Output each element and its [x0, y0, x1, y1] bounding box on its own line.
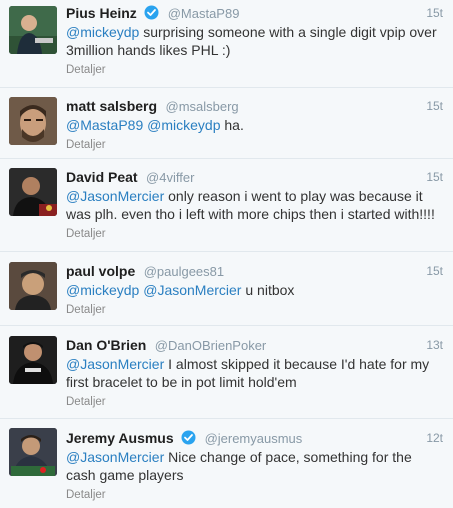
author-handle[interactable]: @DanOBrienPoker	[155, 338, 266, 353]
tweet-text: @MastaP89 @mickeydp ha.	[66, 116, 443, 134]
tweet-text: @JasonMercier Nice change of pace, somet…	[66, 448, 443, 484]
tweet-text: @mickeydp @JasonMercier u nitbox	[66, 281, 443, 299]
details-link[interactable]: Detaljer	[66, 487, 443, 503]
details-link[interactable]: Detaljer	[66, 62, 443, 78]
avatar[interactable]	[9, 336, 57, 384]
avatar[interactable]	[9, 6, 57, 54]
tweet-timestamp[interactable]: 13t	[426, 335, 443, 355]
tweet[interactable]: matt salsberg @msalsberg 15t @MastaP89 @…	[0, 88, 453, 159]
details-link[interactable]: Detaljer	[66, 137, 443, 153]
author-handle[interactable]: @paulgees81	[144, 264, 224, 279]
author-name[interactable]: matt salsberg	[66, 98, 157, 114]
tweet[interactable]: Dan O'Brien @DanOBrienPoker 13t @JasonMe…	[0, 326, 453, 419]
tweet[interactable]: paul volpe @paulgees81 15t @mickeydp @Ja…	[0, 252, 453, 326]
avatar[interactable]	[9, 97, 57, 145]
author-name[interactable]: David Peat	[66, 169, 138, 185]
verified-badge-icon	[144, 5, 159, 20]
tweet-text: @JasonMercier I almost skipped it becaus…	[66, 355, 443, 391]
mention-link[interactable]: @mickeydp	[66, 282, 139, 298]
mention-link[interactable]: @JasonMercier	[66, 356, 164, 372]
avatar[interactable]	[9, 168, 57, 216]
tweet-timestamp[interactable]: 15t	[426, 96, 443, 116]
tweet-body: ha.	[220, 117, 244, 133]
mention-link[interactable]: @JasonMercier	[66, 188, 164, 204]
details-link[interactable]: Detaljer	[66, 302, 443, 318]
mention-link[interactable]: @JasonMercier	[66, 449, 164, 465]
verified-badge-icon	[181, 430, 196, 445]
mention-link[interactable]: @mickeydp	[143, 117, 220, 133]
author-handle[interactable]: @MastaP89	[168, 6, 240, 21]
author-name[interactable]: paul volpe	[66, 263, 135, 279]
tweet-timestamp[interactable]: 12t	[426, 428, 443, 448]
details-link[interactable]: Detaljer	[66, 394, 443, 410]
avatar[interactable]	[9, 262, 57, 310]
avatar[interactable]	[9, 428, 57, 476]
tweet-timestamp[interactable]: 15t	[426, 3, 443, 23]
tweet-body: u nitbox	[241, 282, 295, 298]
mention-link[interactable]: @JasonMercier	[139, 282, 241, 298]
tweet[interactable]: David Peat @4viffer 15t @JasonMercier on…	[0, 159, 453, 252]
tweet-timestamp[interactable]: 15t	[426, 167, 443, 187]
tweet[interactable]: Pius Heinz @MastaP89 15t @mickeydp surpr…	[0, 0, 453, 88]
tweet[interactable]: Jeremy Ausmus @jeremyausmus 12t @JasonMe…	[0, 419, 453, 508]
author-handle[interactable]: @4viffer	[146, 170, 194, 185]
details-link[interactable]: Detaljer	[66, 226, 443, 242]
author-handle[interactable]: @msalsberg	[166, 99, 239, 114]
author-handle[interactable]: @jeremyausmus	[205, 431, 303, 446]
author-name[interactable]: Jeremy Ausmus	[66, 430, 174, 446]
mention-link[interactable]: @MastaP89	[66, 117, 143, 133]
tweet-timestamp[interactable]: 15t	[426, 261, 443, 281]
author-name[interactable]: Pius Heinz	[66, 5, 137, 21]
author-name[interactable]: Dan O'Brien	[66, 337, 146, 353]
tweet-text: @JasonMercier only reason i went to play…	[66, 187, 443, 223]
mention-link[interactable]: @mickeydp	[66, 24, 139, 40]
tweet-feed: Pius Heinz @MastaP89 15t @mickeydp surpr…	[0, 0, 453, 508]
tweet-text: @mickeydp surprising someone with a sing…	[66, 23, 443, 59]
